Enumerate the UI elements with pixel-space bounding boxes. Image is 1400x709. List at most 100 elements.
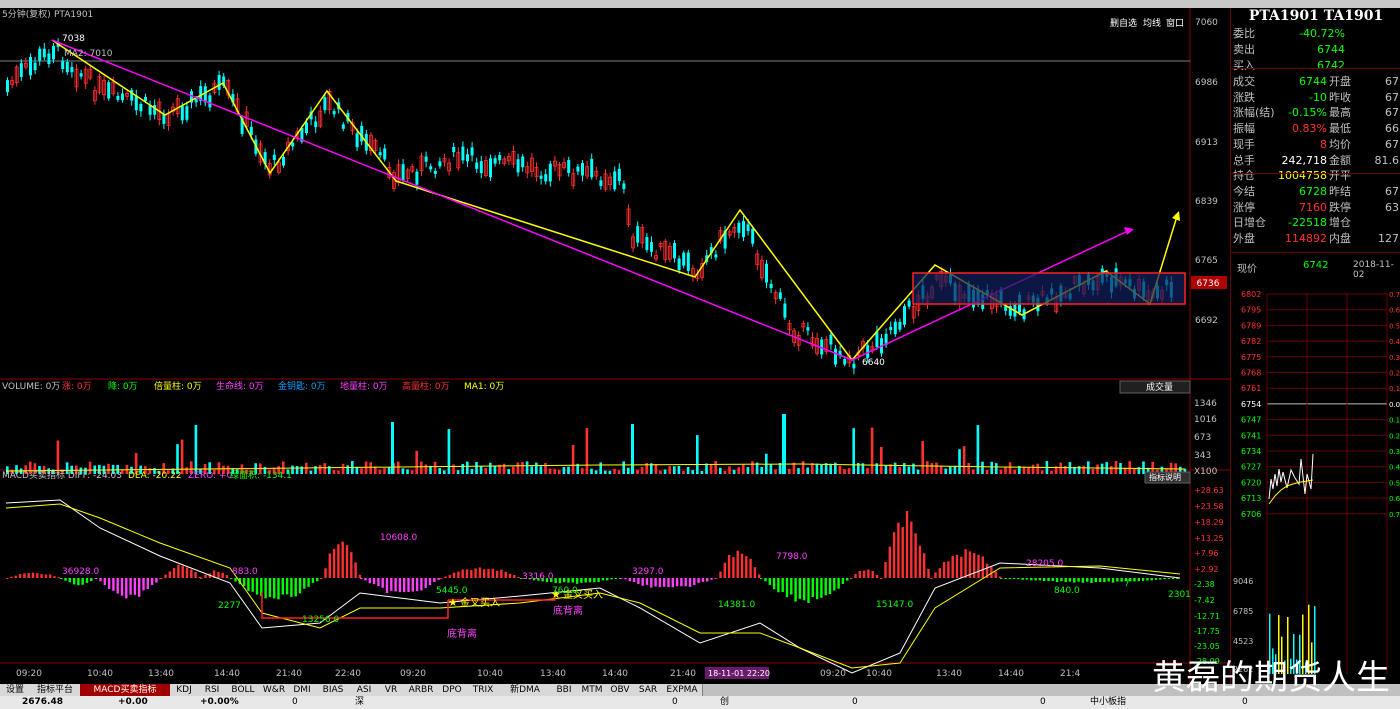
macd-bar: [764, 578, 767, 582]
chart-svg[interactable]: 5分钟(复权) PTA1901 删自选 均线 窗口 7038 MA2: 7010 6…: [0, 8, 1230, 684]
tab-rsi[interactable]: RSI: [198, 684, 227, 696]
candle-body: [843, 358, 847, 365]
tab-dpo[interactable]: DPO: [438, 684, 467, 696]
volume-bar: [489, 462, 492, 474]
tab-macd[interactable]: MACD买卖指标: [80, 684, 171, 696]
candle-body: [677, 258, 681, 271]
mini-price-tick: 6789: [1241, 321, 1261, 330]
macd-bar: [116, 578, 119, 594]
volume-bar: [962, 446, 966, 474]
tab-obv[interactable]: OBV: [606, 684, 635, 696]
macd-bar: [155, 578, 158, 583]
volume-bar: [424, 464, 428, 474]
tab-mtm[interactable]: MTM: [578, 684, 607, 696]
tab-dmi[interactable]: DMI: [288, 684, 317, 696]
macd-bar: [31, 572, 35, 578]
macd-bar: [1004, 578, 1007, 579]
volume-bar: [1142, 461, 1145, 474]
volume-bar: [1027, 467, 1030, 474]
tab-bias[interactable]: BIAS: [316, 684, 351, 696]
macd-bar: [190, 569, 193, 578]
quote-value-2: 67: [1385, 75, 1399, 88]
tab-asi[interactable]: ASI: [350, 684, 379, 696]
quote-value-2: 127: [1378, 232, 1399, 245]
volume-bar: [949, 466, 952, 474]
tab-kdj[interactable]: KDJ: [170, 684, 199, 696]
candle-body: [765, 263, 768, 283]
candle-body: [613, 171, 617, 190]
macd-bar: [268, 578, 272, 598]
quote-label: 涨幅(结): [1233, 106, 1275, 120]
volume-legend-item: MA1: 0万: [464, 382, 504, 392]
macd-bar: [358, 574, 362, 578]
tab-boll[interactable]: BOLL: [226, 684, 261, 696]
macd-bar: [452, 572, 456, 578]
volume-bar: [567, 466, 570, 474]
macd-bar: [311, 578, 315, 583]
volume-bar: [415, 450, 418, 474]
status-market-1: 深: [355, 697, 365, 707]
tab-arbr[interactable]: ARBR: [404, 684, 439, 696]
candle-body: [461, 146, 465, 161]
macd-bar: [513, 574, 516, 578]
macd-bar: [1146, 578, 1149, 581]
tab-bbi[interactable]: BBI: [550, 684, 579, 696]
volume-bar: [323, 463, 326, 474]
macd-bar: [495, 570, 499, 578]
tab-vr[interactable]: VR: [378, 684, 405, 696]
tab-wr[interactable]: W&R: [260, 684, 289, 696]
toolbar-item[interactable]: 窗口: [1166, 17, 1184, 29]
volume-bar: [709, 464, 713, 474]
kline-chart-area[interactable]: 5分钟(复权) PTA1901 删自选 均线 窗口 7038 MA2: 7010 6…: [0, 8, 1230, 684]
volume-bar: [461, 463, 464, 474]
volume-bar: [387, 467, 391, 474]
macd-area: 绿面积: -134.1: [230, 469, 292, 481]
toolbar-item[interactable]: 删自选: [1110, 17, 1137, 29]
volume-legend-item: 金钥匙: 0万: [278, 380, 326, 392]
macd-bar: [27, 573, 30, 578]
volume-bar: [548, 468, 552, 474]
chart-toolbar[interactable]: 删自选 均线 窗口: [1110, 17, 1184, 29]
macd-bar: [129, 578, 132, 595]
macd-bar: [1030, 578, 1033, 581]
macd-bar: [790, 578, 793, 595]
macd-bar: [1055, 578, 1059, 583]
quote-value: 114892: [1285, 232, 1327, 245]
macd-bar: [584, 578, 587, 583]
quote-label: 日增仓: [1233, 216, 1266, 230]
macd-bar: [298, 578, 302, 594]
macd-bar: [719, 571, 722, 578]
tab-dma[interactable]: 新DMA: [500, 684, 551, 696]
macd-bar: [138, 578, 141, 597]
macd-bar: [40, 574, 43, 578]
macd-bar: [947, 561, 950, 578]
mini-pct-tick: 0.71: [1389, 511, 1400, 519]
volume-bar: [341, 463, 345, 474]
macd-bar: [1154, 578, 1158, 580]
time-tick: 21:40: [276, 669, 302, 679]
tab-trix[interactable]: TRIX: [466, 684, 501, 696]
volume-bar: [705, 463, 708, 474]
tab-expma[interactable]: EXPMA: [662, 684, 703, 696]
candle-body: [6, 80, 9, 93]
macd-bar: [645, 578, 649, 585]
time-tick: 10:40: [866, 669, 892, 679]
volume-bar: [898, 467, 901, 474]
macd-bar: [1060, 578, 1063, 582]
tab-[interactable]: 设置: [0, 684, 31, 696]
candle-body: [498, 154, 502, 161]
macd-bar: [390, 578, 393, 591]
candle-body: [438, 161, 442, 167]
macd-bar: [601, 578, 605, 581]
macd-bar: [1167, 578, 1171, 579]
macd-bar: [745, 556, 748, 578]
volume-bar: [782, 414, 786, 474]
macd-bar: [710, 578, 713, 580]
volume-bar: [870, 427, 874, 474]
tab-[interactable]: 指标平台: [30, 684, 81, 696]
quote-label-2: 金额: [1329, 153, 1351, 167]
volume-bar: [691, 470, 694, 474]
tab-sar[interactable]: SAR: [634, 684, 663, 696]
toolbar-item[interactable]: 均线: [1143, 17, 1161, 29]
macd-bar: [1073, 578, 1076, 583]
